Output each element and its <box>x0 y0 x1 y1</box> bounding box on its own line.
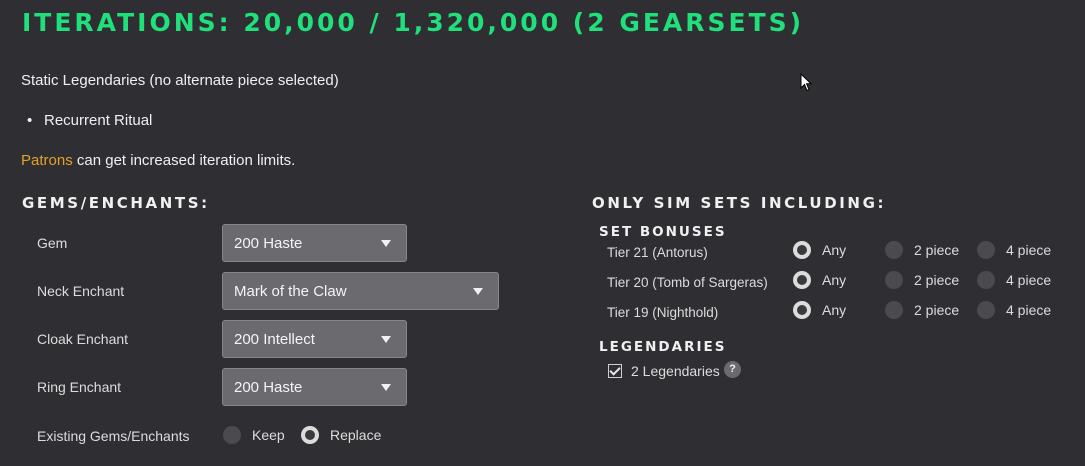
neck-enchant-select[interactable]: Mark of the Claw <box>222 272 499 310</box>
tier20-any-radio[interactable] <box>793 271 811 289</box>
tier19-any-radio[interactable] <box>793 301 811 319</box>
ring-enchant-select-value: 200 Haste <box>234 379 303 396</box>
set-bonuses-heading: SET BONUSES <box>599 224 727 240</box>
tier19-label: Tier 19 (Nighthold) <box>607 305 719 320</box>
tier21-any-label: Any <box>822 242 847 258</box>
cloak-enchant-select-value: 200 Intellect <box>234 331 315 348</box>
chevron-down-icon <box>381 384 391 391</box>
tier20-4piece-label: 4 piece <box>1006 272 1052 288</box>
legendaries-heading: LEGENDARIES <box>599 339 727 355</box>
neck-enchant-select-value: Mark of the Claw <box>234 283 347 300</box>
neck-enchant-label: Neck Enchant <box>37 283 125 299</box>
two-legendaries-label: 2 Legendaries <box>631 363 720 379</box>
tier21-label: Tier 21 (Antorus) <box>607 245 708 260</box>
patrons-note-text: can get increased iteration limits. <box>72 152 296 169</box>
cloak-enchant-label: Cloak Enchant <box>37 331 129 347</box>
sim-sets-heading: ONLY SIM SETS INCLUDING: <box>592 194 887 212</box>
cloak-enchant-select[interactable]: 200 Intellect <box>222 320 407 358</box>
gem-label: Gem <box>37 235 68 251</box>
replace-radio-label: Replace <box>330 427 382 443</box>
tier21-any-radio[interactable] <box>793 241 811 259</box>
tier19-4piece-label: 4 piece <box>1006 302 1052 318</box>
ring-enchant-select[interactable]: 200 Haste <box>222 368 407 406</box>
static-legendaries-note: Static Legendaries (no alternate piece s… <box>21 72 339 89</box>
gem-select-value: 200 Haste <box>234 235 303 252</box>
tier21-4piece-label: 4 piece <box>1006 242 1052 258</box>
existing-gems-label: Existing Gems/Enchants <box>37 428 190 444</box>
keep-radio-label: Keep <box>252 427 285 443</box>
patrons-note: Patrons can get increased iteration limi… <box>21 152 295 169</box>
tier19-2piece-radio[interactable] <box>885 301 903 319</box>
keep-radio[interactable] <box>223 426 241 444</box>
tier20-label: Tier 20 (Tomb of Sargeras) <box>607 275 768 290</box>
tier19-4piece-radio[interactable] <box>977 301 995 319</box>
two-legendaries-checkbox[interactable] <box>608 364 622 378</box>
tier20-2piece-radio[interactable] <box>885 271 903 289</box>
replace-radio[interactable] <box>301 426 319 444</box>
gem-select[interactable]: 200 Haste <box>222 224 407 262</box>
tier19-2piece-label: 2 piece <box>914 302 960 318</box>
tier20-2piece-label: 2 piece <box>914 272 960 288</box>
gems-enchants-heading: GEMS/ENCHANTS: <box>22 194 210 212</box>
tier21-4piece-radio[interactable] <box>977 241 995 259</box>
patrons-link[interactable]: Patrons <box>21 152 73 169</box>
tier19-any-label: Any <box>822 302 847 318</box>
chevron-down-icon <box>381 336 391 343</box>
tier20-4piece-radio[interactable] <box>977 271 995 289</box>
help-icon[interactable]: ? <box>724 361 741 378</box>
iterations-title: ITERATIONS: 20,000 / 1,320,000 (2 GEARSE… <box>22 8 805 37</box>
legendary-list-item: Recurrent Ritual <box>27 112 152 129</box>
tier21-2piece-label: 2 piece <box>914 242 960 258</box>
tier21-2piece-radio[interactable] <box>885 241 903 259</box>
ring-enchant-label: Ring Enchant <box>37 379 122 395</box>
chevron-down-icon <box>473 288 483 295</box>
chevron-down-icon <box>381 240 391 247</box>
mouse-pointer-icon <box>800 73 813 92</box>
tier20-any-label: Any <box>822 272 847 288</box>
